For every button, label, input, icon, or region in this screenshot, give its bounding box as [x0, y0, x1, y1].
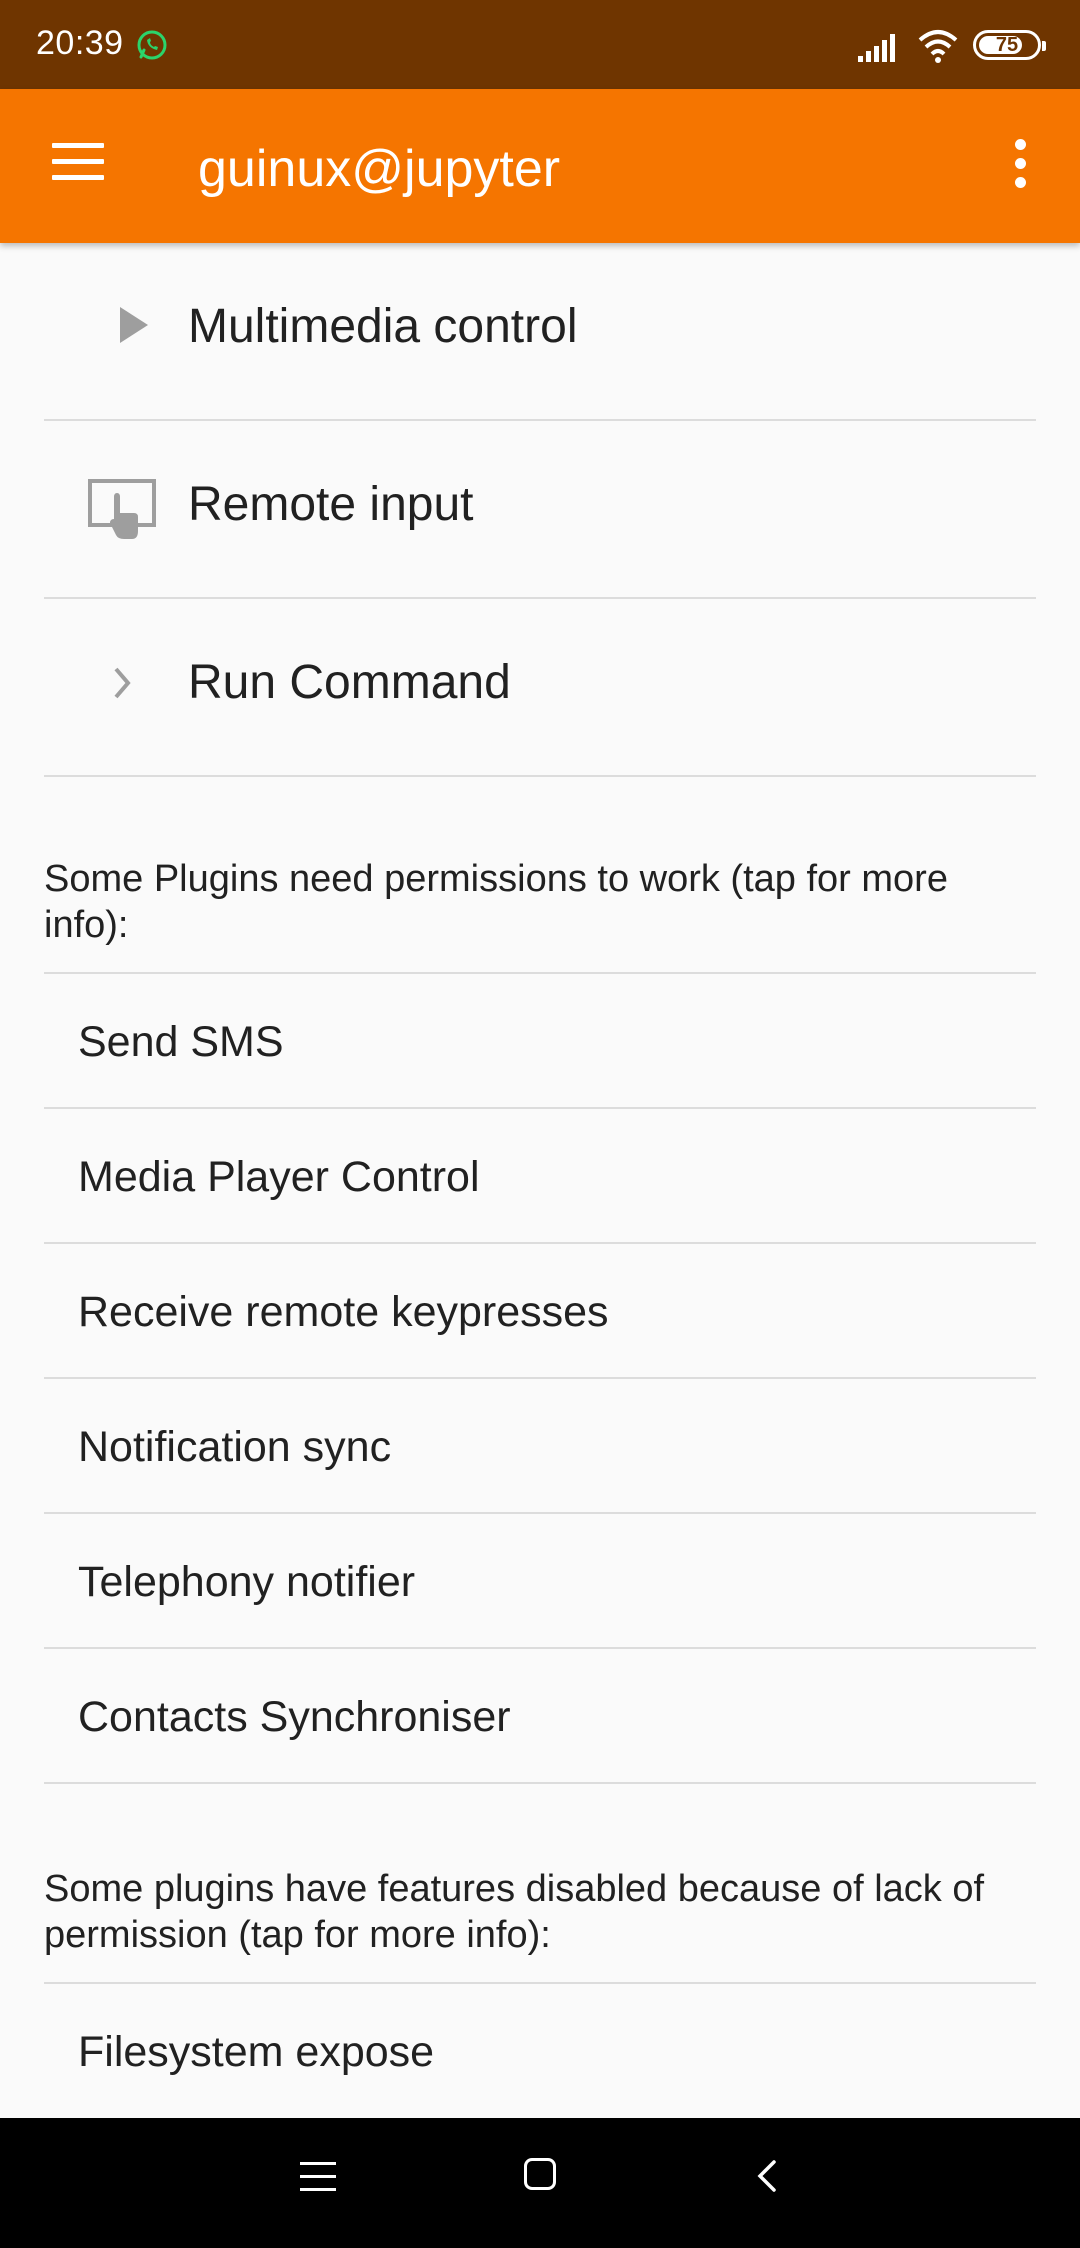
permission-item[interactable]: Receive remote keypresses — [44, 1244, 1036, 1379]
wifi-icon — [918, 30, 958, 63]
permission-label: Telephony notifier — [78, 1558, 416, 1606]
disabled-features-section-header[interactable]: Some plugins have features disabled beca… — [44, 1866, 1036, 1984]
battery-icon: 75 — [973, 30, 1046, 60]
section-header-text: Some plugins have features disabled beca… — [44, 1868, 985, 1956]
permission-item[interactable]: Contacts Synchroniser — [44, 1649, 1036, 1784]
menu-icon — [40, 143, 116, 180]
permission-label: Media Player Control — [78, 1153, 480, 1201]
overflow-menu-button[interactable] — [1000, 139, 1040, 199]
permission-item[interactable]: Telephony notifier — [44, 1514, 1036, 1649]
back-icon[interactable] — [752, 2156, 782, 2196]
plugin-label: Multimedia control — [188, 300, 578, 353]
recents-icon[interactable] — [300, 2162, 336, 2192]
home-icon[interactable] — [524, 2158, 556, 2190]
signal-icon — [858, 34, 895, 62]
section-header-text: Some Plugins need permissions to work (t… — [44, 858, 948, 946]
touchpad-icon — [88, 479, 156, 539]
plugin-row-remote-input[interactable]: Remote input — [44, 421, 1036, 599]
plugin-label: Run Command — [188, 656, 511, 709]
plugin-row-multimedia-control[interactable]: Multimedia control — [44, 243, 1036, 421]
disabled-feature-item[interactable]: Filesystem expose — [44, 1984, 1036, 2119]
page-title: guinux@jupyter — [198, 140, 561, 198]
plugin-row-run-command[interactable]: Run Command — [44, 599, 1036, 777]
more-vertical-icon — [1000, 139, 1040, 188]
whatsapp-icon — [137, 30, 167, 60]
permissions-section-header[interactable]: Some Plugins need permissions to work (t… — [44, 856, 1036, 974]
disabled-feature-label: Filesystem expose — [78, 2028, 435, 2076]
navigation-bar — [0, 2118, 1080, 2248]
status-bar: 20:39 75 — [0, 0, 1080, 89]
battery-level: 75 — [995, 33, 1019, 56]
play-icon — [120, 307, 148, 343]
permission-item[interactable]: Send SMS — [44, 974, 1036, 1109]
permission-label: Send SMS — [78, 1018, 284, 1066]
plugin-label: Remote input — [188, 478, 474, 531]
menu-button[interactable] — [40, 137, 116, 197]
status-time: 20:39 — [36, 24, 124, 62]
permission-item[interactable]: Notification sync — [44, 1379, 1036, 1514]
permission-label: Contacts Synchroniser — [78, 1693, 511, 1741]
permission-label: Receive remote keypresses — [78, 1288, 609, 1336]
chevron-right-icon — [114, 667, 131, 699]
permission-item[interactable]: Media Player Control — [44, 1109, 1036, 1244]
app-bar: guinux@jupyter — [0, 89, 1080, 243]
permission-label: Notification sync — [78, 1423, 392, 1471]
